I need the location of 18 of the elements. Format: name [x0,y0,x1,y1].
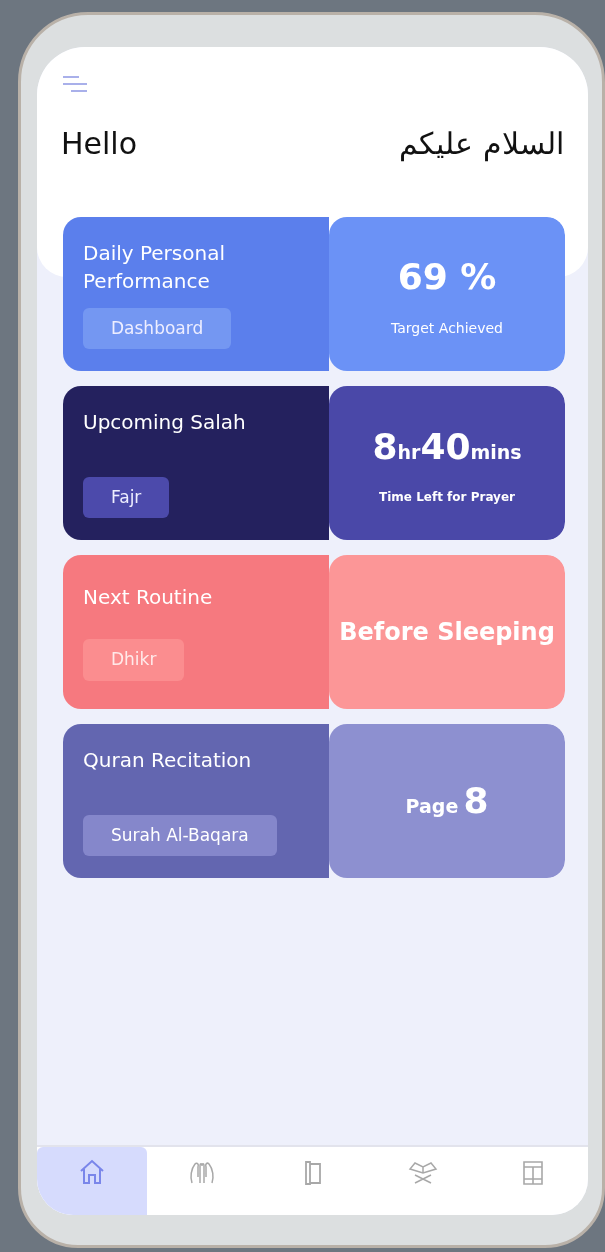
card-title: Upcoming Salah [83,409,247,436]
card-tag-button[interactable]: Surah Al-Baqara [83,814,277,856]
card-value: 8hr40mins [372,425,522,469]
card-tag-button[interactable]: Dhikr [83,639,185,681]
card-tag-button[interactable]: Dashboard [83,307,232,349]
card-value: Page 8 [405,779,489,823]
arabic-greeting: السلام عليكم [399,125,564,164]
card-tag-button[interactable]: Fajr [83,476,170,518]
nav-tab[interactable] [37,1147,148,1215]
card-value: Before Sleeping [339,617,555,648]
card-value: 69 % [397,254,497,299]
card-title: Quran Recitation [83,747,253,774]
card-title: Next Routine [83,584,214,612]
menu-icon[interactable] [61,73,89,94]
card-caption: Time Left for Prayer [379,489,515,506]
card-caption: Target Achieved [391,318,503,338]
card-title: Daily Personal Performance [83,240,226,295]
greeting: Hello [61,125,138,163]
